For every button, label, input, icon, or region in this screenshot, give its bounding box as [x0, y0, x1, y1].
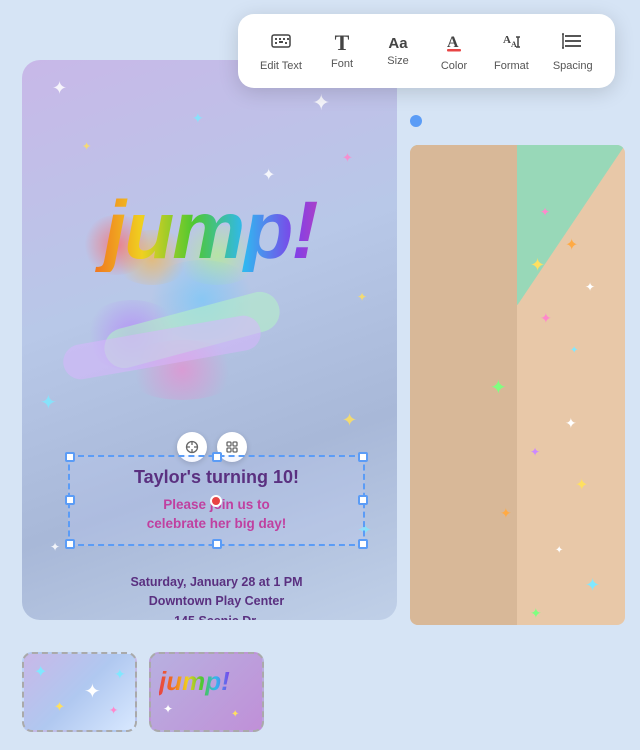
resize-handle-mr[interactable]: [358, 495, 368, 505]
env-sparkle: ✦: [575, 475, 588, 495]
env-sparkle: ✦: [530, 605, 542, 622]
thumb-star: ✦: [34, 662, 47, 682]
sparkle-star: ✦: [52, 78, 67, 99]
toolbar-font[interactable]: T Font: [316, 26, 368, 76]
format-icon: A A: [500, 30, 522, 56]
sparkle-star: ✦: [357, 290, 367, 304]
thumbnail-strip: ✦ ✦ ✦ ✦ ✦ jump! ✦ ✦: [22, 652, 264, 732]
detail-line-3: 145 Scenic Dr.: [68, 612, 365, 620]
sparkle-star: ✦: [342, 150, 353, 166]
envelope-body: ✦ ✦ ✦ ✦ ✦ ✦ ✦ ✦ ✦ ✦ ✦ ✦ ✦ ✦ ✦: [410, 145, 625, 625]
detail-line-1: Saturday, January 28 at 1 PM: [68, 573, 365, 592]
thumb-star: ✦: [84, 679, 101, 704]
env-sparkle: ✦: [585, 280, 595, 294]
resize-handle-ml[interactable]: [65, 495, 75, 505]
env-sparkle: ✦: [530, 255, 545, 276]
thumb-star: ✦: [163, 702, 173, 716]
svg-text:A: A: [447, 34, 459, 51]
resize-handle-bl[interactable]: [65, 539, 75, 549]
resize-handle-tm[interactable]: [212, 452, 222, 462]
env-sparkle: ✦: [565, 415, 577, 432]
svg-text:A: A: [503, 34, 511, 46]
env-sparkle: ✦: [530, 445, 540, 459]
envelope-area: ✦ ✦ ✦ ✦ ✦ ✦ ✦ ✦ ✦ ✦ ✦ ✦ ✦ ✦ ✦: [400, 115, 640, 625]
env-sparkle: ✦: [565, 235, 578, 255]
thumb2-jump-text: jump!: [159, 666, 230, 697]
sparkle-star: ✦: [262, 165, 275, 185]
thumb-star: ✦: [114, 666, 126, 683]
sparkle-star: ✦: [192, 110, 204, 127]
thumb-star: ✦: [109, 704, 118, 717]
keyboard-icon: [270, 30, 292, 56]
resize-handle-tr[interactable]: [358, 452, 368, 462]
text-selection-box[interactable]: Taylor's turning 10! Please join us to c…: [68, 455, 365, 546]
env-sparkle: ✦: [500, 505, 512, 522]
env-sparkle: ✦: [555, 545, 563, 556]
font-icon: T: [335, 32, 350, 54]
detail-line-2: Downtown Play Center: [68, 592, 365, 611]
sparkle-star: ✦: [342, 410, 357, 431]
size-label: Size: [387, 55, 408, 67]
toolbar-format[interactable]: A A Format: [484, 24, 539, 78]
invitation-card: ✦ ✦ ✦ ✦ ✦ ✦ ✦ ✦ ✦ ✦ ✦ ✦ ✦ ✦ jump!: [22, 60, 397, 620]
format-label: Format: [494, 60, 529, 72]
env-sparkle: ✦: [540, 205, 550, 219]
toolbar-size[interactable]: Aa Size: [372, 30, 424, 73]
env-sparkle: ✦: [540, 310, 552, 327]
toolbar-color[interactable]: A Color: [428, 24, 480, 78]
sparkle-star: ✦: [312, 90, 330, 116]
sparkle-star: ✦: [82, 140, 91, 153]
spacing-icon: [562, 30, 584, 56]
size-icon: Aa: [388, 36, 407, 51]
thumbnail-2[interactable]: jump! ✦ ✦: [149, 652, 264, 732]
sparkle-star: ✦: [50, 540, 60, 554]
env-sparkle: ✦: [585, 575, 600, 596]
font-label: Font: [331, 58, 353, 70]
resize-handle-bm[interactable]: [212, 539, 222, 549]
color-icon: A: [443, 30, 465, 56]
sparkle-star: ✦: [40, 390, 57, 415]
toolbar-edit-text[interactable]: Edit Text: [250, 24, 312, 78]
env-sparkle: ✦: [570, 345, 578, 356]
resize-handle-br[interactable]: [358, 539, 368, 549]
connector-dot: [410, 115, 422, 127]
color-label: Color: [441, 60, 467, 72]
thumbnail-1[interactable]: ✦ ✦ ✦ ✦ ✦: [22, 652, 137, 732]
thumb-star: ✦: [231, 709, 239, 720]
invitation-details: Saturday, January 28 at 1 PM Downtown Pl…: [68, 573, 365, 620]
thumb-star: ✦: [54, 699, 65, 715]
spacing-label: Spacing: [553, 60, 593, 72]
text-cursor-dot: [210, 495, 222, 507]
toolbar-spacing[interactable]: Spacing: [543, 24, 603, 78]
jump-heading: jump!: [40, 190, 380, 272]
invitation-title[interactable]: Taylor's turning 10!: [70, 457, 363, 494]
resize-handle-tl[interactable]: [65, 452, 75, 462]
edit-text-label: Edit Text: [260, 60, 302, 72]
env-sparkle: ✦: [490, 375, 507, 400]
toolbar: Edit Text T Font Aa Size A Color A A For: [238, 14, 615, 88]
